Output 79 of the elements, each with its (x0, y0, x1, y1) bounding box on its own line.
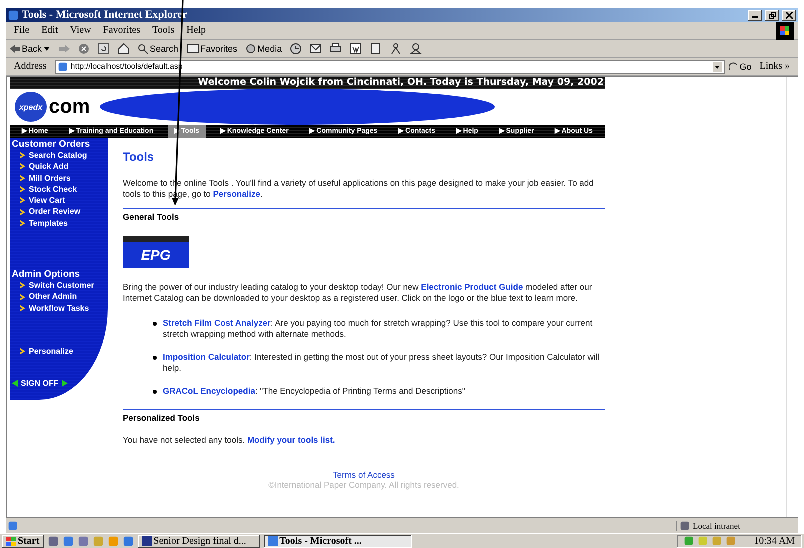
menu-item[interactable]: Tools (148, 25, 179, 36)
back-button[interactable]: Back (10, 44, 50, 54)
sidebar-heading: Customer Orders (12, 139, 92, 150)
close-icon (786, 12, 792, 18)
page-title: Tools (123, 150, 156, 164)
links-button[interactable]: Links » (756, 61, 794, 72)
sidebar-link[interactable]: Switch Customer (20, 280, 108, 292)
logo-badge[interactable]: xpedx (15, 92, 47, 122)
text-link[interactable]: Electronic Product Guide (421, 282, 524, 292)
sidebar-link[interactable]: Personalize (20, 346, 108, 358)
media-button[interactable]: Media (246, 44, 282, 54)
menu-item[interactable]: Edit (38, 25, 62, 36)
menu-item[interactable]: Help (182, 25, 210, 36)
sidebar-link[interactable]: Stock Check (20, 184, 108, 196)
minimize-button[interactable] (748, 10, 762, 20)
text-link[interactable]: Modify your tools list. (247, 435, 336, 445)
start-button[interactable]: Start (2, 534, 44, 548)
bullet-icon (153, 390, 157, 394)
sidebar-link[interactable]: View Cart (20, 195, 108, 206)
refresh-icon[interactable] (98, 42, 110, 54)
tool-link[interactable]: GRACoL Encyclopedia (163, 386, 256, 396)
epg-description: Bring the power of our industry leading catalog to your desktop today! Our new Electronic Product Guide modeled after our Internet Catalog can be downloaded to your desktop as a registered user. Click on the logo or the blue text to learn more. (123, 282, 594, 304)
tool-description: Imposition Calculator: Interested in getting the most out of your press sheet layouts? Our Imposition Calculator will help. (163, 352, 601, 374)
restore-icon (768, 12, 776, 18)
print-icon[interactable] (330, 42, 342, 54)
right-triangle-icon (62, 380, 68, 387)
bullet-icon (153, 356, 157, 360)
welcome-banner: Welcome Colin Wojcik from Cincinnati, OH. Today is Thursday, May 09, 2002 (10, 77, 605, 89)
history-icon[interactable] (290, 42, 302, 54)
sidebar-link[interactable]: Other Admin (20, 291, 108, 303)
tool-description: GRACoL Encyclopedia: "The Encyclopedia of Printing Terms and Descriptions" (163, 386, 466, 397)
taskbar-button[interactable]: Senior Design final d... (138, 534, 260, 548)
tool-description: Stretch Film Cost Analyzer: Are you paying too much for stretch wrapping? Use this tool to compare your current stretch wrapping method with alternate methods. (163, 318, 594, 340)
copyright-text: ©International Paper Company. All rights reserved. (268, 480, 460, 490)
sidebar-heading: Admin Options (12, 269, 82, 280)
section-heading: General Tools (123, 212, 180, 222)
stop-icon[interactable] (78, 42, 90, 54)
edit-icon[interactable] (350, 42, 362, 54)
sidebar-link[interactable]: Templates (20, 218, 108, 230)
app-icon (142, 536, 152, 546)
dropdown-icon (44, 46, 50, 50)
menu-item[interactable]: File (10, 25, 34, 36)
menu-item[interactable]: View (66, 25, 96, 36)
go-button[interactable]: Go (728, 62, 752, 72)
sign-off-link[interactable]: SIGN OFF (12, 379, 108, 388)
address-label: Address (13, 61, 48, 72)
windows-logo-icon (776, 22, 794, 40)
restore-button[interactable] (765, 10, 779, 20)
favorites-button[interactable]: Favorites (186, 44, 238, 54)
menu-item[interactable]: Favorites (99, 25, 145, 36)
windows-logo-icon (6, 536, 16, 546)
tool-link[interactable]: Stretch Film Cost Analyzer (163, 318, 271, 328)
close-button[interactable] (782, 10, 796, 20)
logo-text: com (49, 96, 90, 118)
app-icon (268, 536, 278, 546)
sidebar-link[interactable]: Workflow Tasks (20, 302, 108, 314)
search-button[interactable]: Search (138, 44, 179, 54)
sidebar-link[interactable]: Quick Add (20, 161, 108, 173)
sidebar-link[interactable]: Search Catalog (20, 150, 108, 162)
section-heading: Personalized Tools (123, 413, 200, 423)
dropdown-icon[interactable] (712, 62, 722, 72)
sidebar-link[interactable]: Mill Orders (20, 172, 108, 184)
chevron-icon (20, 348, 26, 356)
disc-icon (246, 44, 256, 54)
tool-link[interactable]: Imposition Calculator (163, 352, 250, 362)
zone-text: Local intranet (693, 520, 740, 530)
search-icon (138, 44, 148, 54)
sidebar-link[interactable]: Order Review (20, 206, 108, 218)
text-link[interactable]: Personalize (213, 189, 261, 199)
terms-link[interactable]: Terms of Access (333, 470, 395, 480)
left-triangle-icon (12, 380, 18, 387)
home-icon[interactable] (118, 42, 130, 54)
back-arrow-icon (10, 44, 20, 52)
people-icon[interactable] (410, 42, 422, 54)
epg-logo[interactable]: EPG (123, 236, 189, 268)
personalized-text: You have not selected any tools. Modify your tools list. (123, 435, 336, 446)
bullet-icon (153, 322, 157, 326)
taskbar-button[interactable]: Tools - Microsoft ... (264, 534, 412, 548)
clock: 10:34 AM (754, 536, 795, 546)
